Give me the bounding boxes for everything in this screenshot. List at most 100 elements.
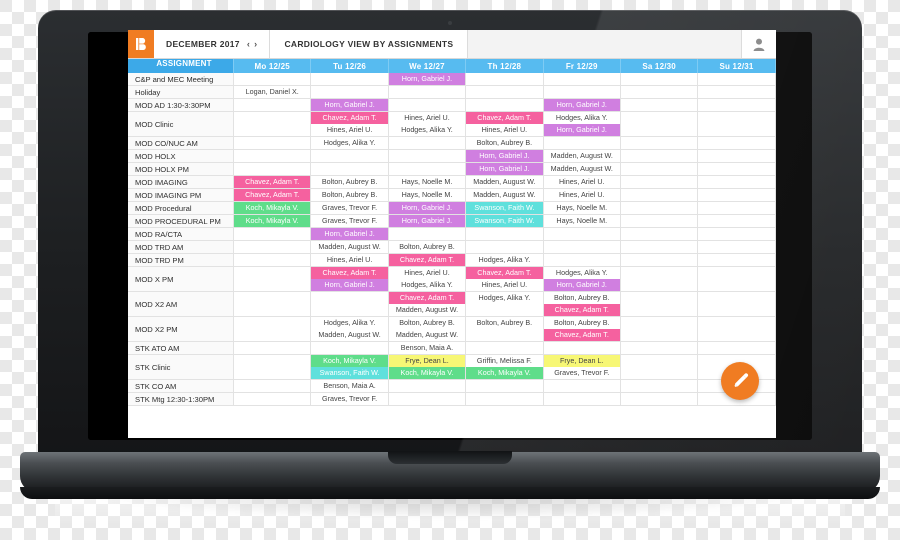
row-label-cell[interactable]: MOD IMAGING PM: [128, 189, 234, 201]
assignment-cell[interactable]: Chavez, Adam T.: [234, 189, 312, 201]
assignment-chip[interactable]: Hodges, Alika Y.: [544, 112, 620, 124]
assignment-cell[interactable]: Bolton, Aubrey B.: [311, 176, 389, 188]
assignment-cell[interactable]: [621, 112, 699, 136]
assignment-cell[interactable]: Benson, Maia A.: [311, 380, 389, 392]
assignment-chip[interactable]: Horn, Gabriel J.: [388, 215, 466, 227]
assignment-cell[interactable]: [389, 99, 467, 111]
assignment-cell[interactable]: [621, 355, 699, 379]
assignment-cell[interactable]: Horn, Gabriel J.: [388, 202, 467, 214]
assignment-cell[interactable]: Koch, Mikayla V.: [234, 215, 312, 227]
row-label-cell[interactable]: MOD HOLX PM: [128, 163, 234, 175]
assignment-cell[interactable]: Chavez, Adam T.: [388, 254, 467, 266]
assignment-cell[interactable]: [621, 189, 699, 201]
assignment-cell[interactable]: [698, 254, 776, 266]
assignment-cell[interactable]: Hays, Noelle M.: [544, 215, 621, 227]
assignment-chip[interactable]: Horn, Gabriel J.: [388, 73, 466, 85]
assignment-chip[interactable]: Graves, Trevor F.: [311, 393, 387, 405]
assignment-cell[interactable]: Hines, Ariel U. Hodges, Alika Y.: [389, 267, 467, 291]
row-label-cell[interactable]: STK Mtg 12:30-1:30PM: [128, 393, 234, 405]
assignment-chip[interactable]: Hays, Noelle M.: [389, 189, 465, 201]
row-label-cell[interactable]: MOD HOLX: [128, 150, 234, 162]
assignment-chip[interactable]: Hines, Ariel U.: [311, 254, 387, 266]
row-label-cell[interactable]: MOD TRD AM: [128, 241, 234, 253]
assignment-chip[interactable]: Madden, August W.: [544, 163, 620, 175]
table-row[interactable]: MOD PROCEDURAL PM Koch, Mikayla V. Graves,…: [128, 215, 776, 228]
assignment-cell[interactable]: Hines, Ariel U.: [544, 176, 621, 188]
assignment-cell[interactable]: [544, 342, 621, 354]
assignment-cell[interactable]: [234, 241, 312, 253]
assignment-cell[interactable]: Bolton, Aubrey B.: [389, 241, 467, 253]
assignment-cell[interactable]: [234, 393, 312, 405]
assignment-cell[interactable]: [234, 380, 312, 392]
assignment-chip[interactable]: Hodges, Alika Y.: [466, 292, 542, 304]
assignment-cell[interactable]: [621, 292, 699, 316]
table-row[interactable]: MOD CO/NUC AM Hodges, Alika Y. Bolton, Aub…: [128, 137, 776, 150]
assignment-chip[interactable]: Bolton, Aubrey B.: [389, 317, 465, 329]
assignment-cell[interactable]: Chavez, Adam T. Madden, August W.: [388, 292, 467, 316]
assignment-cell[interactable]: Madden, August W.: [466, 176, 544, 188]
assignment-chip[interactable]: Bolton, Aubrey B.: [311, 189, 387, 201]
row-label-cell[interactable]: MOD CO/NUC AM: [128, 137, 234, 149]
column-header-day[interactable]: Su 12/31: [698, 59, 776, 73]
assignment-cell[interactable]: Bolton, Aubrey B. Madden, August W.: [389, 317, 467, 341]
next-month-button[interactable]: ›: [254, 39, 257, 49]
row-label-cell[interactable]: Holiday: [128, 86, 234, 98]
assignment-cell[interactable]: [621, 228, 699, 240]
row-label-cell[interactable]: STK ATO AM: [128, 342, 234, 354]
assignment-chip[interactable]: Graves, Trevor F.: [311, 215, 387, 227]
row-label-cell[interactable]: MOD PROCEDURAL PM: [128, 215, 234, 227]
assignment-chip[interactable]: Horn, Gabriel J.: [543, 124, 620, 136]
assignment-cell[interactable]: [698, 86, 776, 98]
assignment-cell[interactable]: [621, 137, 699, 149]
assignment-cell[interactable]: Swanson, Faith W.: [466, 215, 544, 227]
assignment-cell[interactable]: Swanson, Faith W.: [466, 202, 544, 214]
assignment-chip[interactable]: Swanson, Faith W.: [311, 367, 388, 379]
assignment-cell[interactable]: [234, 137, 312, 149]
assignment-chip[interactable]: Chavez, Adam T.: [466, 267, 543, 279]
assignment-cell[interactable]: [698, 342, 776, 354]
row-label-cell[interactable]: MOD X2 PM: [128, 317, 234, 341]
assignment-cell[interactable]: Chavez, Adam T. Horn, Gabriel J.: [311, 267, 389, 291]
assignment-cell[interactable]: [698, 215, 776, 227]
column-header-day[interactable]: Sa 12/30: [620, 59, 699, 73]
table-row[interactable]: MOD X2 AM Chavez, Adam T. Madden, August W…: [128, 292, 776, 317]
prev-month-button[interactable]: ‹: [247, 39, 250, 49]
schedule-table[interactable]: ASSIGNMENT Mo 12/25 Tu 12/26 We 12/27 Th 12/…: [128, 59, 776, 406]
assignment-chip[interactable]: Chavez, Adam T.: [311, 112, 388, 124]
assignment-cell[interactable]: [466, 342, 544, 354]
assignment-chip[interactable]: Madden, August W.: [544, 150, 620, 162]
assignment-cell[interactable]: [389, 393, 467, 405]
table-row[interactable]: STK ATO AM Benson, Maia A.: [128, 342, 776, 355]
assignment-chip[interactable]: Hodges, Alika Y.: [466, 254, 542, 266]
assignment-cell[interactable]: Koch, Mikayla V.: [234, 202, 312, 214]
edit-fab-button[interactable]: [721, 362, 759, 400]
assignment-chip[interactable]: Hodges, Alika Y.: [389, 124, 465, 136]
assignment-cell[interactable]: [544, 254, 621, 266]
assignment-cell[interactable]: Horn, Gabriel J.: [311, 228, 389, 240]
assignment-chip[interactable]: Hines, Ariel U.: [544, 189, 620, 201]
assignment-chip[interactable]: Hodges, Alika Y.: [389, 279, 465, 291]
assignment-chip[interactable]: Horn, Gabriel J.: [388, 202, 466, 214]
assignment-chip[interactable]: Chavez, Adam T.: [234, 189, 311, 201]
table-row[interactable]: MOD HOLX PM Horn, Gabriel J. Madden, Augus…: [128, 163, 776, 176]
assignment-cell[interactable]: [621, 317, 699, 341]
assignment-cell[interactable]: Horn, Gabriel J.: [311, 99, 389, 111]
assignment-cell[interactable]: [621, 176, 699, 188]
assignment-chip[interactable]: Chavez, Adam T.: [234, 176, 311, 188]
assignment-cell[interactable]: Madden, August W.: [544, 150, 621, 162]
assignment-cell[interactable]: Graves, Trevor F.: [311, 202, 389, 214]
assignment-cell[interactable]: [234, 163, 312, 175]
assignment-chip[interactable]: Griffin, Melissa F.: [466, 355, 542, 367]
assignment-chip[interactable]: Koch, Mikayla V.: [466, 367, 543, 379]
assignment-cell[interactable]: [389, 137, 467, 149]
row-label-cell[interactable]: MOD IMAGING: [128, 176, 234, 188]
assignment-cell[interactable]: [234, 317, 312, 341]
assignment-cell[interactable]: [621, 380, 699, 392]
assignment-chip[interactable]: Horn, Gabriel J.: [466, 150, 543, 162]
assignment-cell[interactable]: [621, 163, 699, 175]
assignment-cell[interactable]: [234, 292, 312, 316]
assignment-cell[interactable]: [234, 342, 312, 354]
assignment-cell[interactable]: Horn, Gabriel J.: [388, 73, 467, 85]
assignment-cell[interactable]: Hodges, Alika Y.: [466, 254, 544, 266]
assignment-cell[interactable]: Chavez, Adam T. Hines, Ariel U.: [466, 112, 544, 136]
